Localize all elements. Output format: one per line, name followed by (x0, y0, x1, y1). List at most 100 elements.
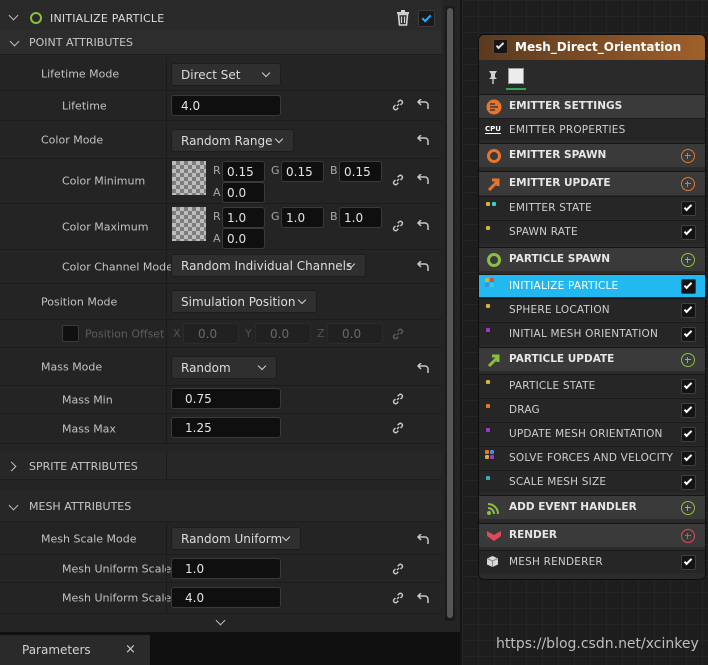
color-min-swatch[interactable] (172, 161, 206, 195)
stage-label: PARTICLE UPDATE (509, 353, 615, 365)
dropdown-value: Random Range (181, 134, 273, 148)
module-update-mesh-orientation[interactable]: UPDATE MESH ORIENTATION (479, 422, 705, 445)
emitter-enabled-checkbox[interactable] (493, 39, 508, 54)
emitter-node[interactable]: Mesh_Direct_Orientation EMITTER SETTINGS… (478, 34, 706, 580)
module-solve-forces-and-velocity[interactable]: SOLVE FORCES AND VELOCITY (479, 446, 705, 469)
stage-render[interactable]: RENDER (479, 523, 705, 547)
stage-particle-spawn[interactable]: PARTICLE SPAWN (479, 247, 705, 271)
stage-emitter-update[interactable]: EMITTER UPDATE (479, 171, 705, 195)
stage-add-event-handler[interactable]: ADD EVENT HANDLER (479, 495, 705, 519)
link-icon[interactable] (392, 563, 404, 575)
details-scrollbar[interactable] (445, 6, 455, 621)
thumbnail-icon[interactable] (508, 68, 524, 84)
color-min-a-input[interactable]: 0.0 (222, 182, 265, 203)
reset-icon[interactable] (416, 534, 429, 545)
stage-emitter-spawn[interactable]: EMITTER SPAWN (479, 143, 705, 167)
module-emitter-properties[interactable]: CPU EMITTER PROPERTIES (479, 118, 705, 141)
color-min-r-input[interactable]: 0.15 (222, 161, 265, 182)
mesh-scale-min-input[interactable]: 1.0 (171, 558, 281, 579)
module-initial-mesh-orientation[interactable]: INITIAL MESH ORIENTATION (479, 322, 705, 345)
module-enabled-checkbox[interactable] (681, 327, 696, 342)
color-max-swatch[interactable] (172, 207, 206, 241)
dropdown-value: Direct Set (181, 68, 241, 82)
module-sphere-location[interactable]: SPHERE LOCATION (479, 298, 705, 321)
module-initialize-particle[interactable]: INITIALIZE PARTICLE (479, 274, 705, 297)
add-module-icon[interactable] (681, 149, 695, 163)
collapse-header-icon[interactable] (8, 10, 19, 21)
mass-min-input[interactable]: 0.75 (171, 388, 281, 409)
color-max-g-input[interactable]: 1.0 (281, 207, 324, 228)
section-mesh-attributes[interactable]: MESH ATTRIBUTES (0, 490, 442, 522)
module-enabled-checkbox[interactable] (681, 475, 696, 490)
reset-icon[interactable] (416, 593, 429, 604)
module-enabled-checkbox[interactable] (681, 451, 696, 466)
module-spawn-rate[interactable]: SPAWN RATE (479, 220, 705, 243)
position-offset-checkbox[interactable] (62, 325, 79, 342)
expand-more-icon[interactable] (215, 615, 226, 626)
color-channel-mode-dropdown[interactable]: Random Individual Channels (171, 254, 366, 277)
module-enabled-checkbox[interactable] (681, 555, 696, 570)
module-scale-mesh-size[interactable]: SCALE MESH SIZE (479, 470, 705, 493)
node-title-bar[interactable]: Mesh_Direct_Orientation (479, 35, 705, 60)
module-enabled-checkbox[interactable] (418, 10, 435, 27)
color-max-a-input[interactable]: 0.0 (222, 228, 265, 249)
add-module-icon[interactable] (681, 177, 695, 191)
stage-particle-update[interactable]: PARTICLE UPDATE (479, 347, 705, 371)
reset-icon[interactable] (416, 174, 429, 185)
reset-icon[interactable] (416, 363, 429, 374)
reset-icon[interactable] (416, 99, 429, 110)
close-icon[interactable]: × (125, 642, 136, 657)
row-color-minimum: Color Minimum R 0.15 G 0.15 B 0.15 A 0.0 (0, 158, 442, 204)
reset-icon[interactable] (416, 135, 429, 146)
add-module-icon[interactable] (681, 353, 695, 367)
color-min-b-input[interactable]: 0.15 (339, 161, 382, 182)
module-emitter-state[interactable]: EMITTER STATE (479, 196, 705, 219)
link-icon[interactable] (392, 592, 404, 604)
link-icon[interactable] (392, 99, 404, 111)
offset-x-input[interactable]: 0.0 (183, 323, 239, 344)
lifetime-input[interactable]: 4.0 (171, 95, 281, 116)
section-sprite-attributes[interactable]: SPRITE ATTRIBUTES (0, 452, 442, 480)
stage-emitter-settings[interactable]: EMITTER SETTINGS (479, 94, 705, 118)
module-mesh-renderer[interactable]: MESH RENDERER (479, 550, 705, 573)
color-mode-dropdown[interactable]: Random Range (171, 129, 294, 152)
link-icon[interactable] (392, 220, 404, 232)
module-enabled-checkbox[interactable] (681, 225, 696, 240)
color-min-g-input[interactable]: 0.15 (281, 161, 324, 182)
section-point-attributes[interactable]: POINT ATTRIBUTES (0, 30, 442, 55)
link-icon[interactable] (392, 393, 404, 405)
mesh-scale-max-input[interactable]: 4.0 (171, 587, 281, 608)
module-enabled-checkbox[interactable] (681, 201, 696, 216)
add-module-icon[interactable] (681, 501, 695, 515)
delete-icon[interactable] (396, 10, 410, 26)
add-module-icon[interactable] (681, 529, 695, 543)
reset-icon[interactable] (416, 261, 429, 272)
module-label: INITIAL MESH ORIENTATION (509, 328, 659, 340)
module-drag[interactable]: DRAG (479, 398, 705, 421)
link-icon[interactable] (392, 328, 404, 340)
offset-z-input[interactable]: 0.0 (327, 323, 383, 344)
lifetime-mode-dropdown[interactable]: Direct Set (171, 63, 281, 86)
row-mesh-scale-min: Mesh Uniform Scale 1.0 (0, 555, 442, 583)
link-icon[interactable] (392, 174, 404, 186)
y-label: Y (245, 327, 252, 340)
color-max-r-input[interactable]: 1.0 (222, 207, 265, 228)
mesh-scale-mode-dropdown[interactable]: Random Uniform (171, 527, 301, 550)
module-enabled-checkbox[interactable] (681, 303, 696, 318)
module-enabled-checkbox[interactable] (681, 379, 696, 394)
mass-max-input[interactable]: 1.25 (171, 417, 281, 438)
add-module-icon[interactable] (681, 253, 695, 267)
link-icon[interactable] (392, 422, 404, 434)
module-enabled-checkbox[interactable] (681, 403, 696, 418)
scrollbar-thumb[interactable] (447, 8, 453, 618)
reset-icon[interactable] (416, 220, 429, 231)
mass-mode-dropdown[interactable]: Random (171, 356, 277, 379)
color-max-b-input[interactable]: 1.0 (339, 207, 382, 228)
module-enabled-checkbox[interactable] (681, 427, 696, 442)
module-particle-state[interactable]: PARTICLE STATE (479, 374, 705, 397)
position-mode-dropdown[interactable]: Simulation Position (171, 290, 317, 313)
module-enabled-checkbox[interactable] (681, 279, 696, 294)
pin-icon[interactable] (488, 70, 498, 84)
tab-parameters[interactable]: Parameters × (0, 635, 150, 665)
offset-y-input[interactable]: 0.0 (255, 323, 311, 344)
